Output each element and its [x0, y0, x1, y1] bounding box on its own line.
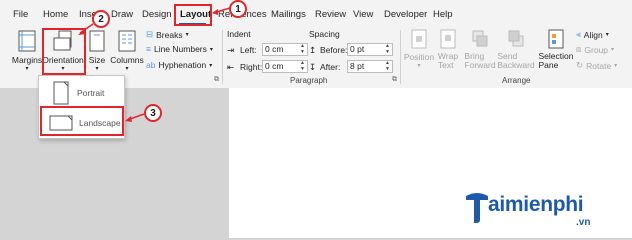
step-badge-2: 2 [92, 10, 110, 28]
step-badge-3: 3 [144, 104, 162, 122]
watermark-suffix: .vn [576, 217, 591, 228]
watermark-brand: aimienphi [488, 193, 584, 216]
arrowhead-1 [212, 9, 218, 15]
step-badge-1: 1 [229, 0, 247, 18]
watermark-logo: aimienphi .vn [464, 188, 632, 238]
watermark-t-icon [466, 193, 488, 223]
arrowhead-3 [125, 116, 132, 122]
